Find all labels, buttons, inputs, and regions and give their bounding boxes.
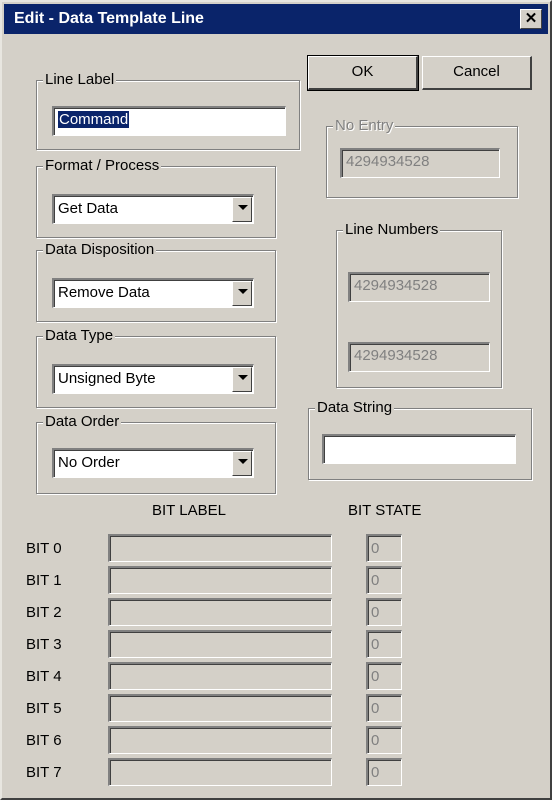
- line-label-legend: Line Label: [43, 71, 117, 88]
- bit-label-input: [108, 694, 332, 722]
- cancel-button[interactable]: Cancel: [422, 56, 532, 90]
- bit-label-input: [108, 630, 332, 658]
- bit-state-input: 0: [366, 534, 402, 562]
- bit-state-input: 0: [366, 598, 402, 626]
- data-type-value: Unsigned Byte: [58, 370, 156, 387]
- line-label-value: Command: [58, 111, 130, 128]
- data-string-input[interactable]: [322, 434, 516, 464]
- chevron-down-icon[interactable]: [232, 197, 252, 222]
- bit-name: BIT 2: [26, 604, 62, 621]
- close-button[interactable]: ✕: [520, 9, 542, 29]
- bit-name: BIT 1: [26, 572, 62, 589]
- bit-name: BIT 7: [26, 764, 62, 781]
- bit-label-input: [108, 566, 332, 594]
- bit-state-input: 0: [366, 726, 402, 754]
- data-disposition-dropdown[interactable]: Remove Data: [52, 278, 254, 308]
- data-order-dropdown[interactable]: No Order: [52, 448, 254, 478]
- data-string-legend: Data String: [315, 399, 395, 416]
- bit-state-input: 0: [366, 630, 402, 658]
- data-type-dropdown[interactable]: Unsigned Byte: [52, 364, 254, 394]
- bit-name: BIT 5: [26, 700, 62, 717]
- format-process-legend: Format / Process: [43, 157, 162, 174]
- line-label-input[interactable]: Command: [52, 106, 286, 136]
- data-disposition-legend: Data Disposition: [43, 241, 157, 258]
- bit-name: BIT 6: [26, 732, 62, 749]
- dialog-window: Edit - Data Template Line ✕ OK Cancel Li…: [0, 0, 552, 800]
- title-bar[interactable]: Edit - Data Template Line ✕: [4, 4, 548, 34]
- line-number-end-input: 4294934528: [348, 342, 490, 372]
- bit-name: BIT 4: [26, 668, 62, 685]
- bit-label-input: [108, 758, 332, 786]
- window-title: Edit - Data Template Line: [14, 10, 204, 27]
- bit-state-header: BIT STATE: [348, 502, 422, 519]
- line-number-start-input: 4294934528: [348, 272, 490, 302]
- bit-state-input: 0: [366, 662, 402, 690]
- chevron-down-icon[interactable]: [232, 281, 252, 306]
- format-process-dropdown[interactable]: Get Data: [52, 194, 254, 224]
- bit-label-input: [108, 598, 332, 626]
- data-order-legend: Data Order: [43, 413, 122, 430]
- bit-label-input: [108, 534, 332, 562]
- no-entry-legend: No Entry: [333, 117, 396, 134]
- bit-label-input: [108, 662, 332, 690]
- data-type-legend: Data Type: [43, 327, 116, 344]
- bit-name: BIT 3: [26, 636, 62, 653]
- bit-label-input: [108, 726, 332, 754]
- bit-name: BIT 0: [26, 540, 62, 557]
- bit-state-input: 0: [366, 758, 402, 786]
- bit-state-input: 0: [366, 694, 402, 722]
- no-entry-input: 4294934528: [340, 148, 500, 178]
- format-process-value: Get Data: [58, 200, 119, 217]
- ok-button[interactable]: OK: [307, 55, 419, 91]
- line-numbers-legend: Line Numbers: [343, 221, 441, 238]
- data-disposition-value: Remove Data: [58, 284, 150, 301]
- chevron-down-icon[interactable]: [232, 451, 252, 476]
- bit-label-header: BIT LABEL: [152, 502, 226, 519]
- chevron-down-icon[interactable]: [232, 367, 252, 392]
- data-order-value: No Order: [58, 454, 120, 471]
- bit-state-input: 0: [366, 566, 402, 594]
